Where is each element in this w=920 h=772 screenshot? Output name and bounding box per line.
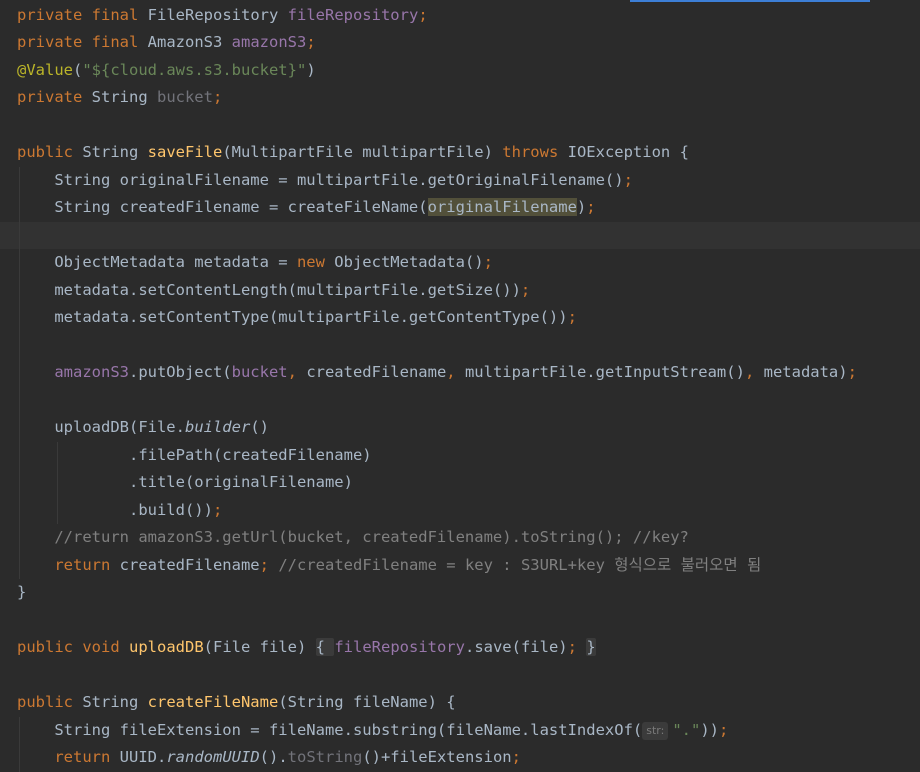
code-line-6: public String saveFile(MultipartFile mul… xyxy=(17,143,689,161)
code-line-16: uploadDB(File.builder() xyxy=(0,414,920,442)
code-line-17: .filePath(createdFilename) xyxy=(0,441,920,469)
code-line-27: String fileExtension = fileName.substrin… xyxy=(0,716,920,744)
indent-guide xyxy=(19,744,20,772)
indent-guide xyxy=(19,331,20,359)
code-line-12: metadata.setContentType(multipartFile.ge… xyxy=(0,304,920,332)
code-line-26: public String createFileName(String file… xyxy=(17,693,456,711)
indent-guide xyxy=(57,496,58,524)
code-line-22: } xyxy=(17,583,27,601)
code-line-24: public void uploadDB(File file) { fileRe… xyxy=(17,638,596,656)
code-line-10: ObjectMetadata metadata = new ObjectMeta… xyxy=(0,249,920,277)
parameter-hint: str: xyxy=(642,721,669,740)
code-line-15 xyxy=(0,386,920,414)
indent-guide xyxy=(57,441,58,469)
code-line-20: //return amazonS3.getUrl(bucket, created… xyxy=(0,524,920,552)
code-line-1: private final FileRepository fileReposit… xyxy=(17,5,428,24)
indent-guide xyxy=(19,249,20,277)
indent-guide xyxy=(19,496,20,524)
indent-guide xyxy=(19,441,20,469)
code-line-19: .build()); xyxy=(0,496,920,524)
code-line-2: private final AmazonS3 amazonS3; xyxy=(17,33,316,51)
code-line-4: private String bucket; xyxy=(17,88,223,106)
code-line-8: String createdFilename = createFileName(… xyxy=(0,194,920,222)
indent-guide xyxy=(19,359,20,387)
code-line-21: return createdFilename; //createdFilenam… xyxy=(0,551,920,579)
indent-guide xyxy=(19,304,20,332)
code-line-14: amazonS3.putObject(bucket, createdFilena… xyxy=(0,359,920,387)
code-line-11: metadata.setContentLength(multipartFile.… xyxy=(0,276,920,304)
indent-guide xyxy=(19,386,20,414)
indent-guide xyxy=(19,716,20,744)
code-editor[interactable]: private final FileRepository fileReposit… xyxy=(0,2,920,772)
indent-guide xyxy=(19,469,20,497)
indent-guide xyxy=(19,194,20,222)
indent-guide xyxy=(19,524,20,552)
code-line-13 xyxy=(0,331,920,359)
indent-guide xyxy=(19,414,20,442)
code-line-28: return UUID.randomUUID().toString()+file… xyxy=(0,744,920,772)
indent-guide xyxy=(19,276,20,304)
indent-guide xyxy=(19,221,20,249)
indent-guide xyxy=(57,469,58,497)
code-line-7: String originalFilename = multipartFile.… xyxy=(0,166,920,194)
indent-guide xyxy=(19,166,20,194)
code-line-18: .title(originalFilename) xyxy=(0,469,920,497)
code-line-9-caret[interactable] xyxy=(0,221,920,249)
indent-guide xyxy=(19,551,20,579)
code-line-3: @Value("${cloud.aws.s3.bucket}") xyxy=(17,60,316,79)
